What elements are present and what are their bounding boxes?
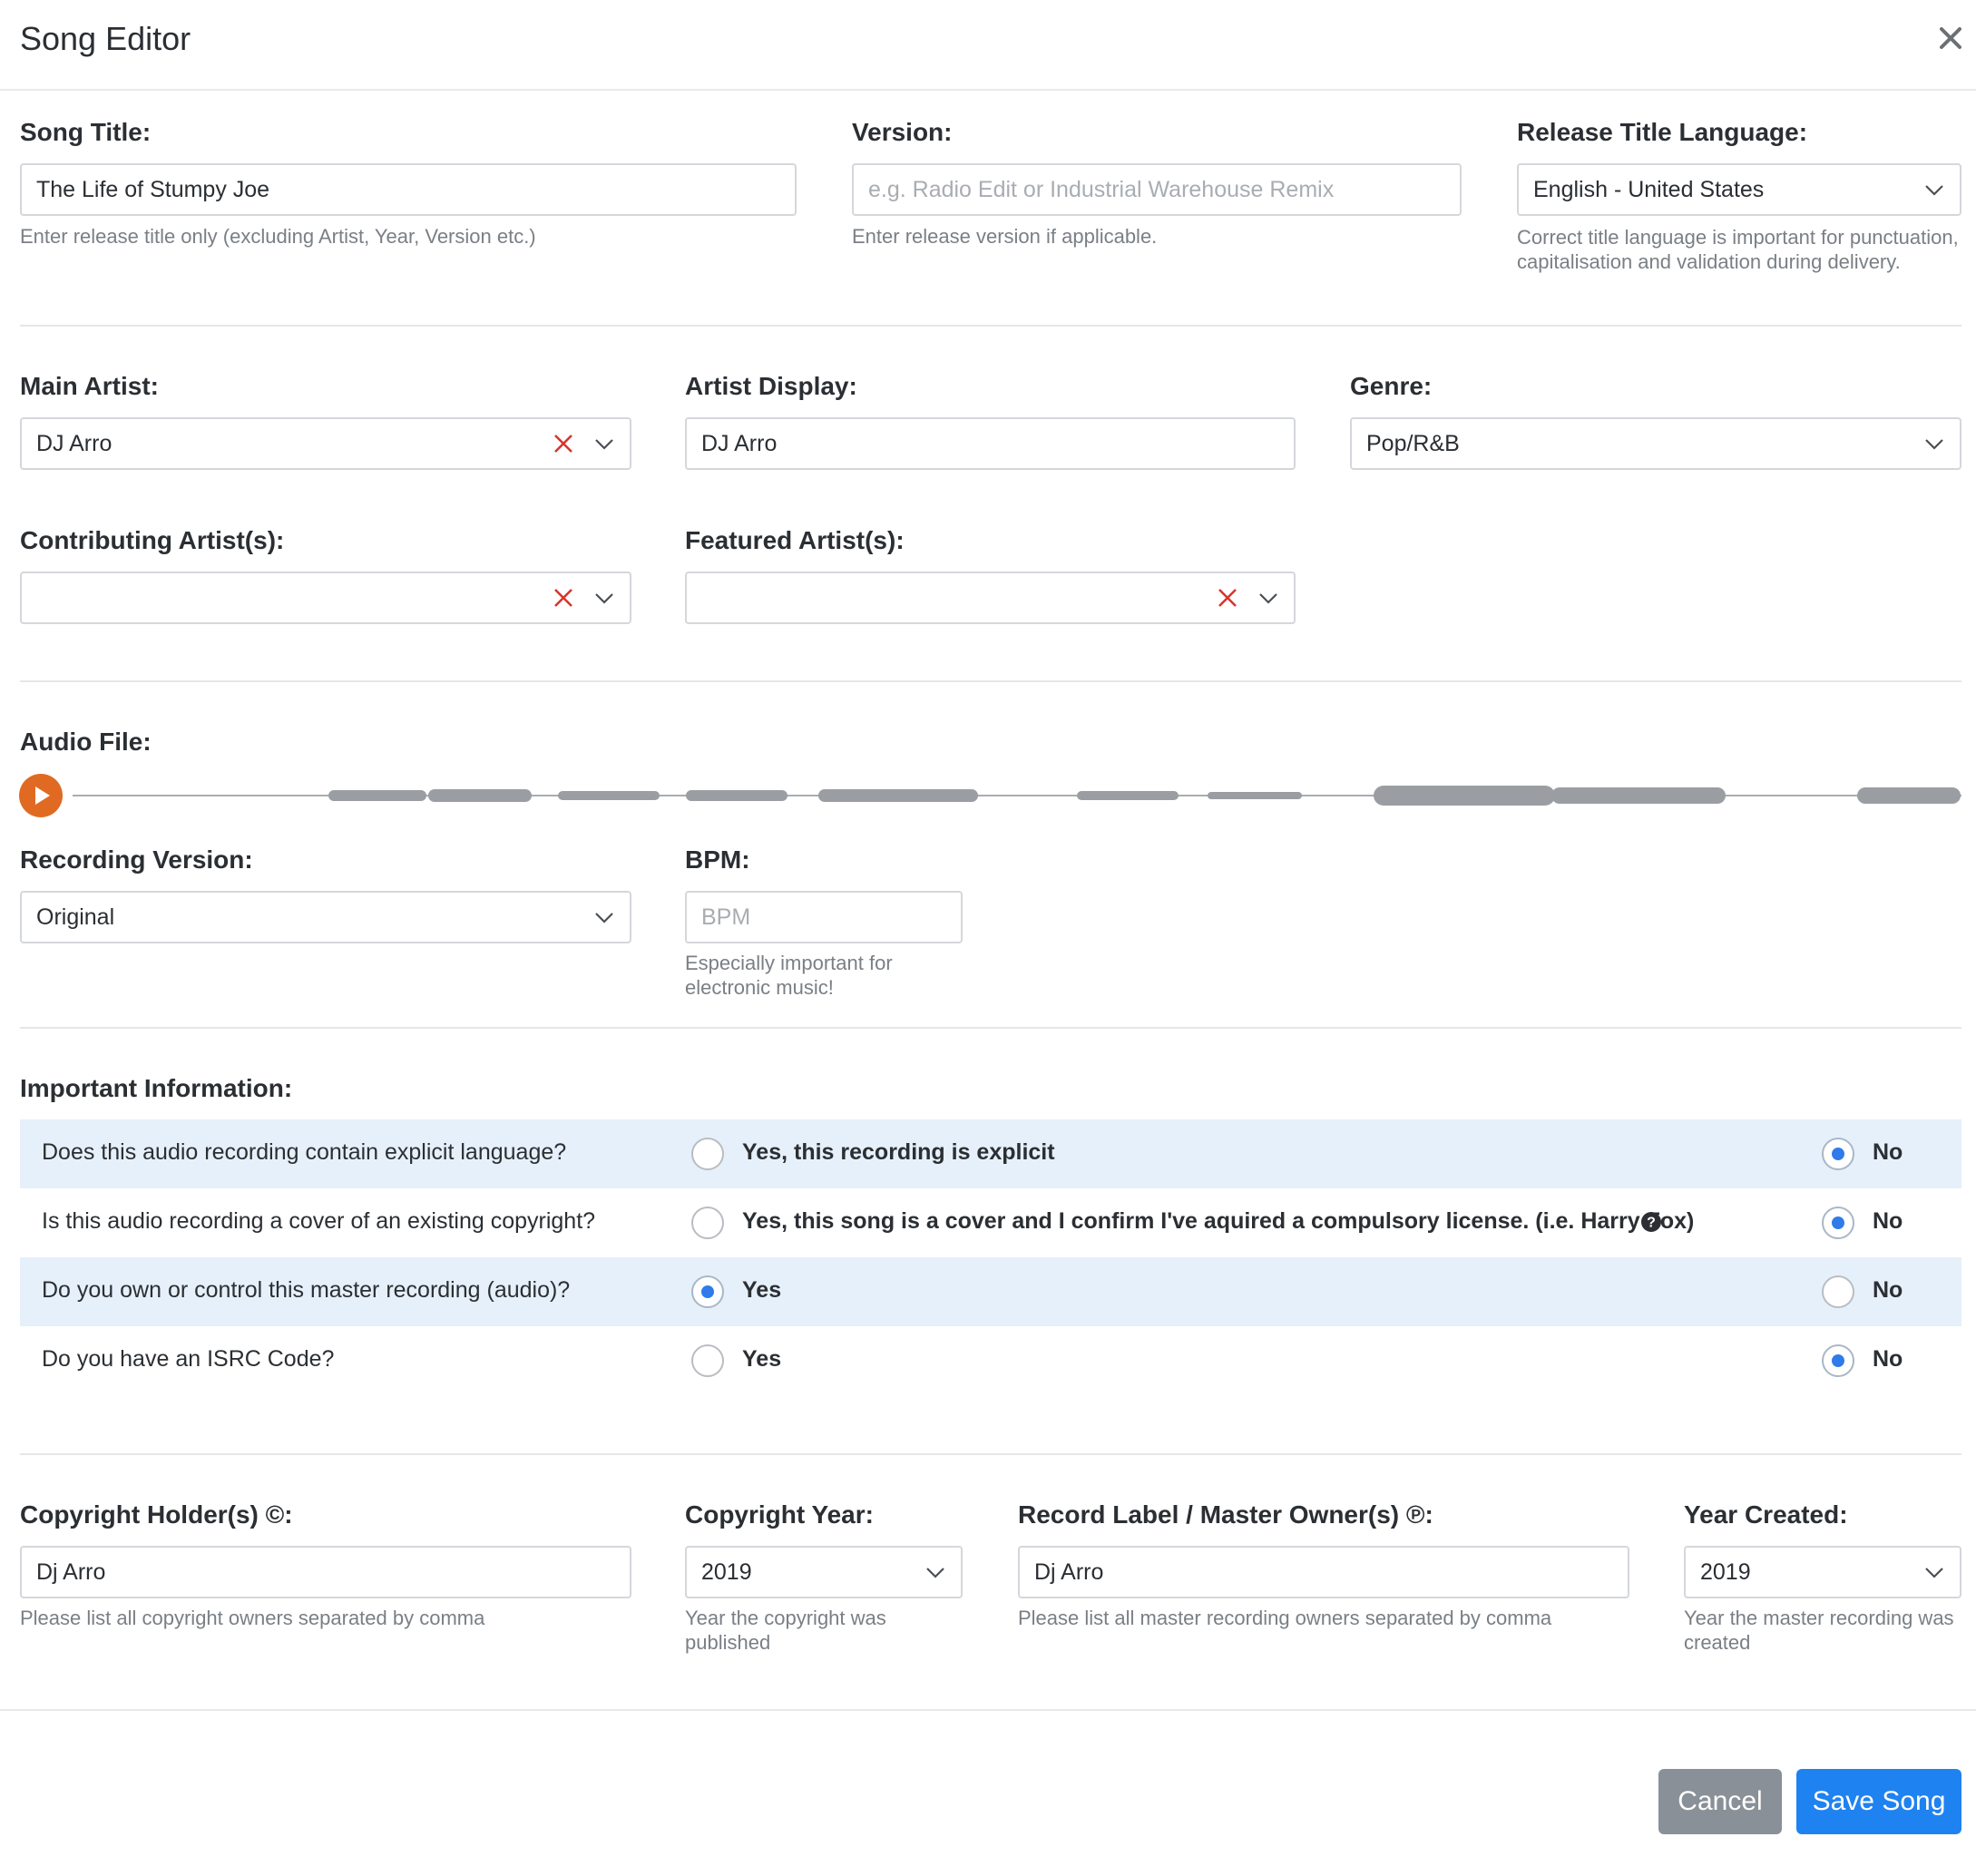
audio-file-label: Audio File: [20, 728, 152, 756]
copyright-holder-label: Copyright Holder(s) ©: [20, 1500, 293, 1529]
modal-title: Song Editor [20, 20, 191, 57]
option-yes-label: Yes, this song is a cover and I confirm … [742, 1208, 1695, 1234]
radio-yes-explicit[interactable] [691, 1138, 724, 1170]
cancel-button[interactable]: Cancel [1658, 1769, 1782, 1834]
radio-no-master[interactable] [1822, 1275, 1854, 1308]
featured-artists-select[interactable] [685, 572, 1296, 624]
divider [20, 1453, 1961, 1455]
chevron-down-icon [1925, 439, 1943, 450]
question-text: Do you have an ISRC Code? [42, 1346, 335, 1372]
radio-yes-isrc[interactable] [691, 1344, 724, 1377]
chevron-down-icon [1925, 1568, 1943, 1578]
radio-yes-master[interactable] [691, 1275, 724, 1308]
record-label-label: Record Label / Master Owner(s) ℗: [1018, 1500, 1433, 1529]
option-no-label: No [1873, 1139, 1903, 1165]
record-label-input[interactable]: Dj Arro [1018, 1546, 1629, 1598]
close-icon[interactable] [1932, 20, 1969, 56]
option-yes-label: Yes, this recording is explicit [742, 1139, 1055, 1165]
main-artist-label: Main Artist: [20, 372, 159, 400]
copyright-holder-value: Dj Arro [36, 1558, 106, 1585]
release-language-help: Correct title language is important for … [1517, 226, 1959, 273]
song-title-value: The Life of Stumpy Joe [36, 176, 270, 202]
important-information-label: Important Information: [20, 1074, 293, 1102]
release-language-label: Release Title Language: [1517, 118, 1808, 146]
artist-display-input[interactable]: DJ Arro [685, 417, 1296, 470]
featured-artists-label: Featured Artist(s): [685, 526, 905, 554]
version-input[interactable]: e.g. Radio Edit or Industrial Warehouse … [852, 163, 1462, 216]
svg-text:?: ? [1647, 1216, 1656, 1231]
chevron-down-icon [926, 1568, 944, 1578]
year-created-select[interactable]: 2019 [1684, 1546, 1961, 1598]
chevron-down-icon [595, 439, 613, 450]
divider [20, 1027, 1961, 1029]
release-language-select[interactable]: English - United States [1517, 163, 1961, 216]
song-title-input[interactable]: The Life of Stumpy Joe [20, 163, 797, 216]
song-title-help: Enter release title only (excluding Arti… [20, 225, 536, 248]
chevron-down-icon [1259, 593, 1277, 604]
question-row-cover: Is this audio recording a cover of an ex… [20, 1188, 1961, 1257]
artist-display-value: DJ Arro [701, 430, 778, 456]
copyright-holder-help: Please list all copyright owners separat… [20, 1607, 485, 1629]
copyright-year-help: Year the copyright was published [685, 1607, 886, 1654]
copyright-year-select[interactable]: 2019 [685, 1546, 963, 1598]
copyright-holder-input[interactable]: Dj Arro [20, 1546, 631, 1598]
save-song-button[interactable]: Save Song [1796, 1769, 1961, 1834]
modal-header: Song Editor [0, 0, 1976, 91]
release-language-value: English - United States [1533, 176, 1765, 202]
question-text: Does this audio recording contain explic… [42, 1139, 567, 1165]
chevron-down-icon [595, 913, 613, 923]
copyright-year-value: 2019 [701, 1558, 752, 1585]
option-no-label: No [1873, 1346, 1903, 1372]
recording-version-value: Original [36, 904, 115, 930]
contributing-artists-select[interactable] [20, 572, 631, 624]
version-placeholder: e.g. Radio Edit or Industrial Warehouse … [868, 176, 1335, 202]
version-help: Enter release version if applicable. [852, 225, 1158, 248]
year-created-help: Year the master recording was created [1684, 1607, 1954, 1654]
divider [20, 325, 1961, 327]
chevron-down-icon [595, 593, 613, 604]
question-row-master: Do you own or control this master record… [20, 1257, 1961, 1326]
help-icon[interactable]: ? [1640, 1211, 1662, 1233]
play-icon[interactable] [18, 773, 64, 818]
song-title-label: Song Title: [20, 118, 152, 146]
genre-value: Pop/R&B [1366, 430, 1460, 456]
bpm-help: Especially important for electronic musi… [685, 952, 893, 999]
recording-version-label: Recording Version: [20, 845, 253, 874]
chevron-down-icon [1925, 185, 1943, 196]
radio-no-explicit[interactable] [1822, 1138, 1854, 1170]
question-text: Is this audio recording a cover of an ex… [42, 1208, 596, 1234]
recording-version-select[interactable]: Original [20, 891, 631, 943]
option-yes-label: Yes [742, 1277, 782, 1303]
year-created-value: 2019 [1700, 1558, 1751, 1585]
divider [20, 680, 1961, 682]
genre-label: Genre: [1350, 372, 1433, 400]
clear-icon[interactable] [1218, 588, 1237, 608]
radio-no-isrc[interactable] [1822, 1344, 1854, 1377]
clear-icon[interactable] [553, 434, 573, 454]
bpm-placeholder: BPM [701, 904, 751, 930]
version-label: Version: [852, 118, 953, 146]
record-label-help: Please list all master recording owners … [1018, 1607, 1552, 1629]
genre-select[interactable]: Pop/R&B [1350, 417, 1961, 470]
question-row-explicit: Does this audio recording contain explic… [20, 1119, 1961, 1188]
year-created-label: Year Created: [1684, 1500, 1848, 1529]
option-no-label: No [1873, 1208, 1903, 1234]
main-artist-value: DJ Arro [36, 430, 112, 456]
footer-divider [0, 1709, 1976, 1711]
radio-no-cover[interactable] [1822, 1207, 1854, 1239]
question-text: Do you own or control this master record… [42, 1277, 571, 1303]
clear-icon[interactable] [553, 588, 573, 608]
main-artist-select[interactable]: DJ Arro [20, 417, 631, 470]
radio-yes-cover[interactable] [691, 1207, 724, 1239]
copyright-year-label: Copyright Year: [685, 1500, 874, 1529]
option-no-label: No [1873, 1277, 1903, 1303]
option-yes-label: Yes [742, 1346, 782, 1372]
audio-waveform[interactable] [73, 773, 1961, 818]
bpm-input[interactable]: BPM [685, 891, 963, 943]
contributing-artists-label: Contributing Artist(s): [20, 526, 285, 554]
artist-display-label: Artist Display: [685, 372, 857, 400]
question-row-isrc: Do you have an ISRC Code? Yes No [20, 1326, 1961, 1395]
record-label-value: Dj Arro [1034, 1558, 1104, 1585]
bpm-label: BPM: [685, 845, 750, 874]
